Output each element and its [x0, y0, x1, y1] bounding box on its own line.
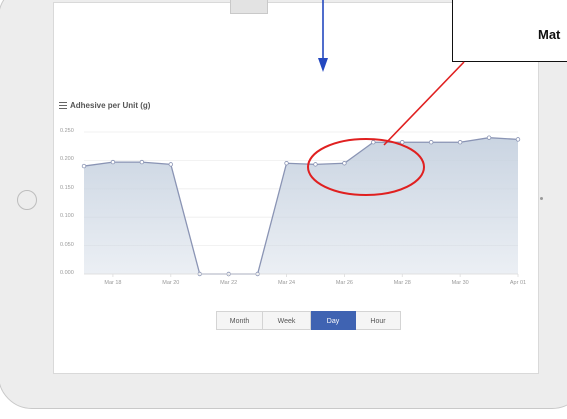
- data-point: [139, 159, 145, 165]
- annotation-box: Mat: [452, 0, 567, 62]
- data-point: [457, 140, 463, 145]
- range-button-month[interactable]: Month: [216, 311, 263, 330]
- data-point: [168, 162, 173, 167]
- range-button-week[interactable]: Week: [263, 311, 311, 330]
- wall-block: [230, 0, 268, 14]
- data-point: [81, 163, 87, 169]
- data-point: [400, 140, 405, 145]
- data-point: [313, 162, 318, 167]
- data-point: [515, 137, 521, 142]
- series-area: [84, 137, 518, 274]
- camera-icon: [540, 197, 543, 200]
- data-point: [110, 159, 116, 165]
- data-point: [429, 140, 434, 145]
- data-point: [342, 161, 347, 166]
- range-button-hour[interactable]: Hour: [356, 311, 401, 330]
- data-point: [284, 161, 289, 166]
- range-selector: Month Week Day Hour: [216, 311, 401, 330]
- range-button-day[interactable]: Day: [311, 311, 356, 330]
- data-point: [486, 135, 492, 140]
- data-point: [371, 140, 376, 145]
- home-button[interactable]: [17, 190, 37, 210]
- annotation-text: Mat: [538, 27, 561, 42]
